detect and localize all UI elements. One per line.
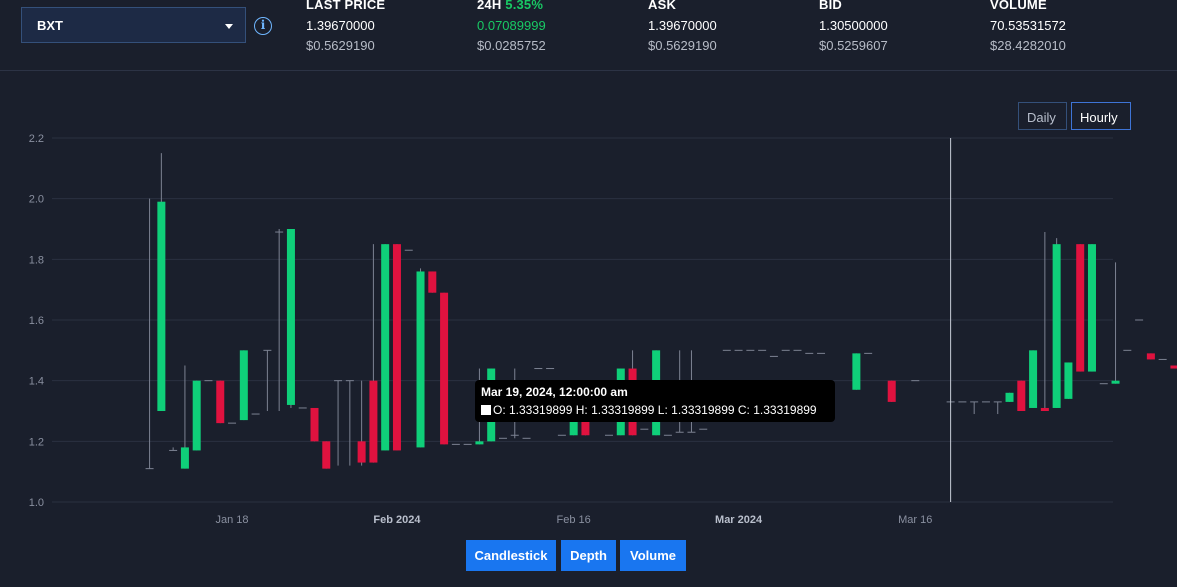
candle-body bbox=[310, 407, 319, 442]
candle-body bbox=[239, 350, 248, 421]
candle-body bbox=[216, 380, 225, 424]
y-tick-label: 1.0 bbox=[29, 497, 44, 509]
x-tick-label: Feb 16 bbox=[557, 514, 591, 526]
candlestick-chart[interactable]: 1.0 1.2 1.4 1.6 1.8 2.0 2.2 Jan 18 Feb 2024 Feb 1… bbox=[0, 0, 1177, 587]
ohlc-tooltip: Mar 19, 2024, 12:00:00 am O: 1.33319899 … bbox=[475, 380, 835, 422]
x-tick-label: Feb 2024 bbox=[373, 514, 421, 526]
candle-body bbox=[1005, 392, 1014, 402]
candle-body bbox=[1064, 362, 1073, 399]
volume-tab[interactable]: Volume bbox=[620, 540, 686, 571]
candle-body bbox=[1052, 244, 1061, 408]
candle-body bbox=[440, 292, 449, 445]
candle-body bbox=[428, 271, 437, 293]
candle-body bbox=[322, 441, 331, 469]
tooltip-date: Mar 19, 2024, 12:00:00 am bbox=[481, 385, 628, 399]
tooltip-ohlc: O: 1.33319899 H: 1.33319899 L: 1.3331989… bbox=[493, 403, 817, 417]
candle-body bbox=[157, 201, 166, 411]
y-tick-label: 1.6 bbox=[29, 315, 44, 327]
y-tick-label: 1.2 bbox=[29, 436, 44, 448]
tooltip-ohlc-row: O: 1.33319899 H: 1.33319899 L: 1.3331989… bbox=[481, 403, 817, 417]
y-tick-label: 1.8 bbox=[29, 254, 44, 266]
candle-body bbox=[192, 380, 201, 451]
candle-body bbox=[1040, 407, 1049, 411]
candlestick-tab[interactable]: Candlestick bbox=[466, 540, 556, 571]
candle-body bbox=[180, 447, 189, 469]
candle-body bbox=[369, 380, 378, 463]
candle-body bbox=[1076, 244, 1085, 372]
candle-body bbox=[1017, 380, 1026, 411]
candle-body bbox=[1146, 353, 1155, 360]
y-tick-label: 2.0 bbox=[29, 194, 44, 206]
candle-body bbox=[852, 353, 861, 390]
candle-body bbox=[1170, 365, 1177, 369]
candle-body bbox=[286, 229, 295, 405]
candle-body bbox=[392, 244, 401, 451]
candle-body bbox=[1111, 380, 1120, 384]
candle-body bbox=[416, 271, 425, 448]
y-tick-label: 2.2 bbox=[29, 133, 44, 145]
candle-body bbox=[887, 380, 896, 402]
candle-body bbox=[357, 441, 366, 463]
candle-body bbox=[381, 244, 390, 451]
x-tick-label: Jan 18 bbox=[216, 514, 249, 526]
candle-body bbox=[1029, 350, 1038, 408]
series-swatch bbox=[481, 405, 491, 415]
x-tick-label: Mar 2024 bbox=[715, 514, 763, 526]
candle-body bbox=[1087, 244, 1096, 372]
candle-body bbox=[475, 441, 484, 445]
x-tick-label: Mar 16 bbox=[898, 514, 932, 526]
y-tick-label: 1.4 bbox=[29, 376, 44, 388]
depth-tab[interactable]: Depth bbox=[561, 540, 616, 571]
